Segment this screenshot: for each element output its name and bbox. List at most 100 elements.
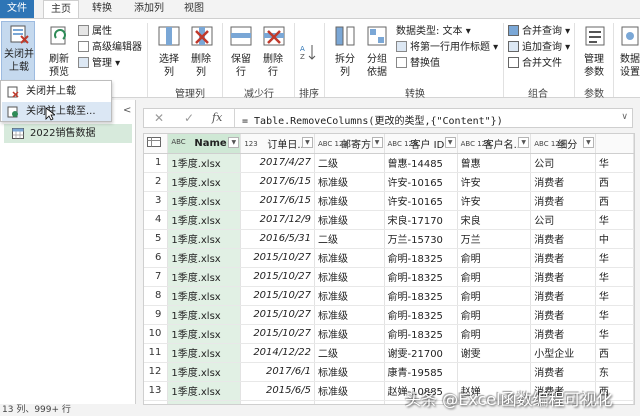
table-cell[interactable]: 许安-10165	[384, 191, 458, 211]
table-cell[interactable]: 2017/6/1	[240, 362, 315, 382]
table-cell[interactable]: 1季度.xlsx	[167, 381, 242, 401]
table-cell[interactable]: 宋良	[457, 210, 532, 230]
column-header[interactable]: ABC 123客户名... ▼	[457, 134, 532, 154]
tab-transform[interactable]: 转换	[84, 0, 120, 18]
table-cell[interactable]: 消费者	[530, 362, 596, 382]
table-cell[interactable]: 俞明	[457, 286, 532, 306]
table-menu-icon[interactable]	[144, 134, 169, 154]
table-cell[interactable]: 西	[595, 191, 634, 211]
cancel-icon[interactable]: ✕	[154, 111, 164, 125]
table-cell[interactable]: 俞明-18325	[384, 248, 458, 268]
table-cell[interactable]: 消费者	[530, 324, 596, 344]
refresh-preview-button[interactable]: 刷新 预览	[43, 53, 75, 79]
table-cell[interactable]: 俞明	[457, 305, 532, 325]
table-cell[interactable]: 消费者	[530, 248, 596, 268]
table-cell[interactable]: 消费者	[530, 286, 596, 306]
table-cell[interactable]: 标准级	[314, 172, 385, 192]
table-cell[interactable]: 1季度.xlsx	[167, 324, 242, 344]
table-cell[interactable]: 标准级	[314, 324, 385, 344]
query-item[interactable]: 2022销售数据	[4, 124, 132, 143]
table-cell[interactable]: 2017/6/15	[240, 191, 315, 211]
table-row[interactable]: 6 1季度.xlsx 2015/10/27 标准级 俞明-18325 俞明 消费者华	[144, 248, 634, 268]
tab-file[interactable]: 文件	[0, 0, 34, 18]
collapse-pane-icon[interactable]: <	[123, 105, 131, 116]
table-cell[interactable]: 2017/6/15	[240, 172, 315, 192]
table-cell[interactable]: 华	[595, 153, 634, 173]
table-cell[interactable]: 标准级	[314, 381, 385, 401]
use-first-row-button[interactable]: 将第一行用作标题 ▾	[396, 41, 498, 55]
table-row[interactable]: 7 1季度.xlsx 2015/10/27 标准级 俞明-18325 俞明 消费者华	[144, 267, 634, 287]
table-cell[interactable]: 曾惠-14485	[384, 153, 458, 173]
table-cell[interactable]: 标准级	[314, 248, 385, 268]
table-cell[interactable]: 2014/12/22	[240, 343, 315, 363]
tab-home[interactable]: 主页	[43, 0, 79, 19]
table-cell[interactable]	[457, 362, 532, 382]
table-row[interactable]: 12 1季度.xlsx 2017/6/1 标准级 康青-19585 消费者东	[144, 362, 634, 382]
table-cell[interactable]: 2016/5/31	[240, 229, 315, 249]
confirm-icon[interactable]: ✓	[184, 111, 194, 125]
table-cell[interactable]: 华	[595, 267, 634, 287]
table-row[interactable]: 11 1季度.xlsx 2014/12/22 二级 谢雯-21700 谢雯 小型企业西	[144, 343, 634, 363]
table-cell[interactable]: 宋良-17170	[384, 210, 458, 230]
table-cell[interactable]: 俞明	[457, 248, 532, 268]
table-cell[interactable]: 2015/10/27	[240, 248, 315, 268]
table-cell[interactable]: 华	[595, 210, 634, 230]
table-cell[interactable]: 消费者	[530, 267, 596, 287]
table-cell[interactable]: 俞明	[457, 324, 532, 344]
split-column-button[interactable]: 拆分 列	[330, 53, 360, 79]
close-load-button[interactable]: 关闭并 上载	[1, 21, 35, 81]
column-filter-dropdown[interactable]: ▼	[228, 137, 240, 148]
table-row[interactable]: 5 1季度.xlsx 2016/5/31 二级 万兰-15730 万兰 消费者中	[144, 229, 634, 249]
replace-values-button[interactable]: 替换值	[396, 57, 440, 71]
advanced-editor-button[interactable]: 高级编辑器	[78, 41, 142, 55]
table-cell[interactable]: 标准级	[314, 267, 385, 287]
table-cell[interactable]: 谢雯	[457, 343, 532, 363]
table-cell[interactable]: 俞明-18325	[384, 305, 458, 325]
column-header[interactable]: ABC 123客户 ID ▼	[384, 134, 458, 154]
tab-add-column[interactable]: 添加列	[126, 0, 172, 18]
table-row[interactable]: 10 1季度.xlsx 2015/10/27 标准级 俞明-18325 俞明 消费者华	[144, 324, 634, 344]
table-cell[interactable]: 1季度.xlsx	[167, 248, 242, 268]
table-cell[interactable]: 公司	[530, 153, 596, 173]
table-row[interactable]: 3 1季度.xlsx 2017/6/15 标准级 许安-10165 许安 消费者西	[144, 191, 634, 211]
properties-button[interactable]: 属性	[78, 25, 112, 39]
tab-view[interactable]: 视图	[176, 0, 212, 18]
table-cell[interactable]: 许安	[457, 191, 532, 211]
table-cell[interactable]: 曾惠	[457, 153, 532, 173]
table-cell[interactable]: 1季度.xlsx	[167, 305, 242, 325]
data-source-settings-button[interactable]: 数据 设置	[616, 53, 640, 79]
table-cell[interactable]: 消费者	[530, 172, 596, 192]
append-queries-button[interactable]: 追加查询 ▾	[508, 41, 570, 55]
table-cell[interactable]: 1季度.xlsx	[167, 210, 242, 230]
remove-columns-button[interactable]: 删除 列	[186, 53, 216, 79]
table-cell[interactable]: 1季度.xlsx	[167, 229, 242, 249]
fx-label[interactable]: fx	[212, 111, 222, 124]
manage-parameters-button[interactable]: 管理 参数	[578, 53, 610, 79]
table-cell[interactable]: 标准级	[314, 210, 385, 230]
table-cell[interactable]: 谢雯-21700	[384, 343, 458, 363]
table-cell[interactable]: 西	[595, 172, 634, 192]
column-type-icon[interactable]: ABC	[171, 139, 191, 146]
table-cell[interactable]: 1季度.xlsx	[167, 343, 242, 363]
remove-rows-button[interactable]: 删除 行	[258, 53, 288, 79]
formula-text[interactable]: = Table.RemoveColumns(更改的类型,{"Content"})	[242, 112, 503, 127]
choose-columns-button[interactable]: 选择 列	[154, 53, 184, 79]
column-type-icon[interactable]: ABC 123	[534, 141, 564, 148]
table-cell[interactable]: 康青-19585	[384, 362, 458, 382]
table-cell[interactable]: 2017/4/27	[240, 153, 315, 173]
table-cell[interactable]: 1季度.xlsx	[167, 172, 242, 192]
table-cell[interactable]: 2015/6/5	[240, 381, 315, 401]
column-filter-dropdown[interactable]: ▼	[301, 137, 313, 148]
column-header[interactable]: ABC 123邮寄方... ▼	[314, 134, 385, 154]
table-cell[interactable]: 中	[595, 229, 634, 249]
column-filter-dropdown[interactable]: ▼	[518, 137, 530, 148]
table-cell[interactable]: 1季度.xlsx	[167, 153, 242, 173]
table-cell[interactable]: 公司	[530, 210, 596, 230]
column-header[interactable]	[595, 134, 634, 154]
table-cell[interactable]: 1季度.xlsx	[167, 286, 242, 306]
table-cell[interactable]: 标准级	[314, 305, 385, 325]
table-cell[interactable]: 二级	[314, 229, 385, 249]
table-cell[interactable]: 华	[595, 324, 634, 344]
table-row[interactable]: 8 1季度.xlsx 2015/10/27 标准级 俞明-18325 俞明 消费者华	[144, 286, 634, 306]
expand-formula-icon[interactable]: ∨	[621, 112, 628, 122]
